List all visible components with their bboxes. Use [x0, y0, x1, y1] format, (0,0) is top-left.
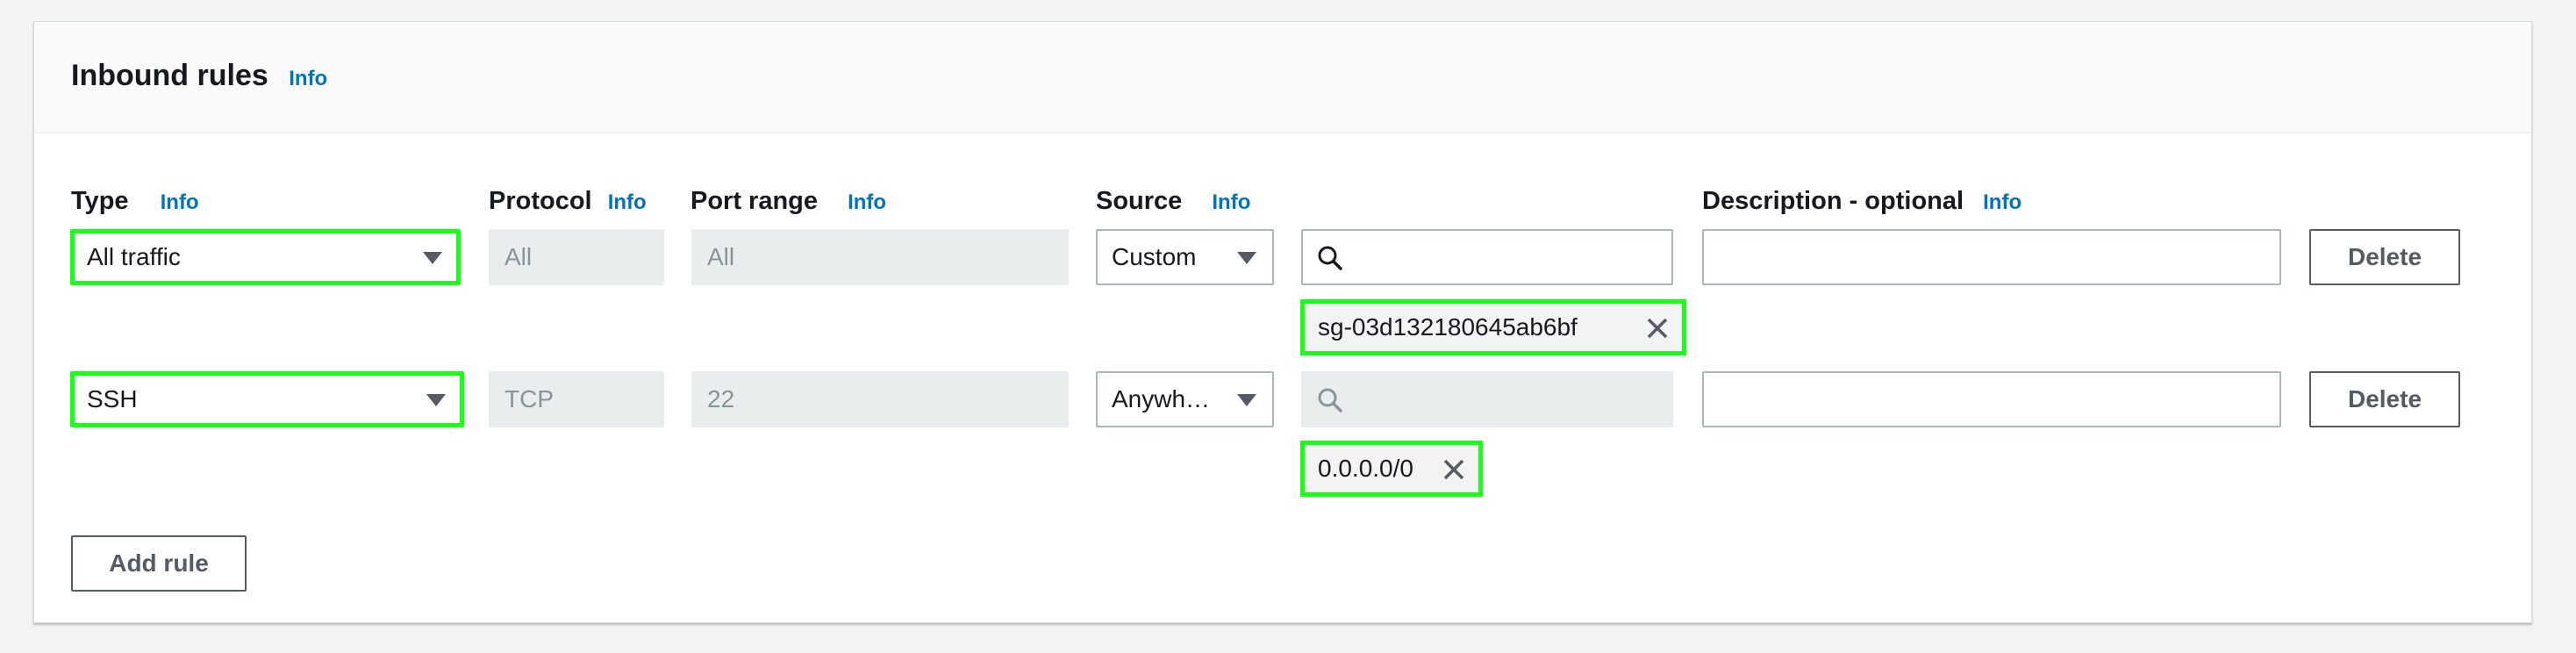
column-header-port-range: Port range Info [691, 187, 887, 215]
rule-1-description-input[interactable] [1702, 229, 2281, 285]
rule-1-source-token: sg-03d132180645ab6bf [1300, 299, 1686, 355]
caret-down-icon [1237, 394, 1256, 406]
column-header-protocol: Protocol Info [489, 187, 647, 215]
column-header-source: Source Info [1096, 187, 1251, 215]
add-rule-button[interactable]: Add rule [71, 535, 247, 592]
panel-header [34, 22, 2531, 133]
rule-2-source-select[interactable]: Anywh… [1096, 371, 1274, 427]
inbound-rules-panel: Inbound rules Info Type Info Protocol In… [33, 21, 2532, 623]
rule-2-source-token: 0.0.0.0/0 [1300, 441, 1483, 497]
caret-down-icon [423, 252, 442, 264]
rule-1-delete-button[interactable]: Delete [2309, 229, 2460, 285]
port-range-info-link[interactable]: Info [848, 190, 886, 214]
column-header-description: Description - optional Info [1702, 187, 2022, 215]
rule-1-protocol-field: All [489, 229, 664, 285]
type-info-link[interactable]: Info [161, 190, 199, 214]
rule-1-source-select[interactable]: Custom [1096, 229, 1274, 285]
close-icon[interactable] [1442, 457, 1466, 482]
rule-2-protocol-field: TCP [489, 371, 664, 427]
title-info-link[interactable]: Info [289, 67, 327, 90]
rule-2-port-range-field: 22 [691, 371, 1069, 427]
rule-2-source-search-input [1301, 371, 1673, 427]
search-icon [1318, 388, 1342, 413]
panel-title: Inbound rules Info [71, 59, 328, 92]
rule-2-delete-button[interactable]: Delete [2309, 371, 2460, 427]
rule-2-type-select[interactable]: SSH [70, 371, 464, 427]
source-info-link[interactable]: Info [1212, 190, 1250, 214]
caret-down-icon [1237, 252, 1256, 264]
rule-1-source-search-input[interactable] [1301, 229, 1673, 285]
description-info-link[interactable]: Info [1983, 190, 2021, 214]
protocol-info-link[interactable]: Info [608, 190, 647, 214]
rule-2-description-input[interactable] [1702, 371, 2281, 427]
close-icon[interactable] [1645, 316, 1670, 341]
caret-down-icon [426, 394, 446, 406]
rule-1-type-select[interactable]: All traffic [70, 229, 461, 285]
rule-1-port-range-field: All [691, 229, 1069, 285]
column-header-type: Type Info [71, 187, 199, 215]
search-icon [1318, 246, 1342, 270]
